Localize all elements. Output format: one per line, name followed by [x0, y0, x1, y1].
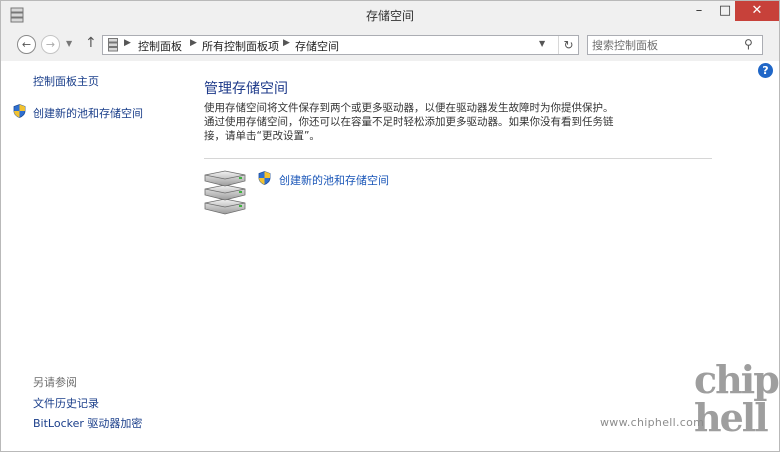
sidebar-create-pool-link[interactable]: 创建新的池和存储空间 — [33, 105, 143, 121]
watermark-logo: chip hell — [694, 357, 780, 440]
content-area: ? 控制面板主页 创建新的池和存储空间 另请参阅 文件历史记录 BitLocke… — [1, 61, 780, 451]
recent-dropdown-icon[interactable]: ▼ — [66, 39, 72, 48]
breadcrumb-item[interactable]: 控制面板 — [138, 38, 182, 54]
page-title: 管理存储空间 — [204, 81, 288, 97]
uac-shield-icon — [258, 171, 271, 185]
breadcrumb-item[interactable]: 所有控制面板项 — [202, 38, 279, 54]
search-input[interactable] — [592, 37, 742, 53]
address-dropdown-icon[interactable]: ▼ — [539, 39, 545, 48]
description-line: 接，请单击“更改设置”。 — [204, 130, 320, 142]
help-icon[interactable]: ? — [758, 63, 773, 78]
description-line: 使用存储空间将文件保存到两个或更多驱动器，以便在驱动器发生故障时为你提供保护。 — [204, 102, 614, 114]
breadcrumb-separator[interactable]: ▶ — [190, 38, 197, 48]
title-bar: 存储空间 – □ ✕ — [1, 1, 779, 29]
description-line: 通过使用存储空间，你还可以在容量不足时轻松添加更多驱动器。如果你没有看到任务链 — [204, 116, 614, 128]
refresh-icon[interactable]: ↻ — [558, 36, 578, 54]
breadcrumb-item[interactable]: 存储空间 — [295, 38, 339, 54]
page-description: 使用存储空间将文件保存到两个或更多驱动器，以便在驱动器发生故障时为你提供保护。 … — [204, 101, 654, 143]
watermark-url: www.chiphell.com — [600, 416, 705, 429]
search-box[interactable]: ⚲ — [587, 35, 763, 55]
address-bar[interactable]: ▶ 控制面板 ▶ 所有控制面板项 ▶ 存储空间 ▼ ↻ — [102, 35, 579, 55]
minimize-button[interactable]: – — [686, 1, 712, 21]
forward-arrow-icon[interactable]: → — [41, 35, 60, 54]
close-button[interactable]: ✕ — [735, 1, 779, 21]
back-arrow-icon[interactable]: ← — [17, 35, 36, 54]
navigation-bar: ← → ▼ ↑ ▶ 控制面板 ▶ 所有控制面板项 ▶ 存储空间 ▼ ↻ ⚲ — [1, 29, 779, 61]
window: 存储空间 – □ ✕ ← → ▼ ↑ ▶ 控制面板 ▶ 所有控制面板项 ▶ 存储… — [0, 0, 780, 452]
bitlocker-link[interactable]: BitLocker 驱动器加密 — [33, 415, 142, 431]
see-also-heading: 另请参阅 — [33, 376, 77, 389]
file-history-link[interactable]: 文件历史记录 — [33, 395, 99, 411]
breadcrumb-separator[interactable]: ▶ — [124, 38, 131, 48]
uac-shield-icon — [13, 104, 26, 118]
search-icon[interactable]: ⚲ — [744, 37, 753, 51]
up-arrow-icon[interactable]: ↑ — [85, 35, 97, 51]
control-panel-home-link[interactable]: 控制面板主页 — [33, 73, 99, 89]
create-pool-link[interactable]: 创建新的池和存储空间 — [279, 172, 389, 188]
storage-spaces-icon — [108, 38, 118, 52]
drive-stack-icon — [204, 170, 246, 215]
window-title: 存储空间 — [365, 9, 414, 23]
breadcrumb-separator[interactable]: ▶ — [283, 38, 290, 48]
divider — [204, 158, 712, 159]
